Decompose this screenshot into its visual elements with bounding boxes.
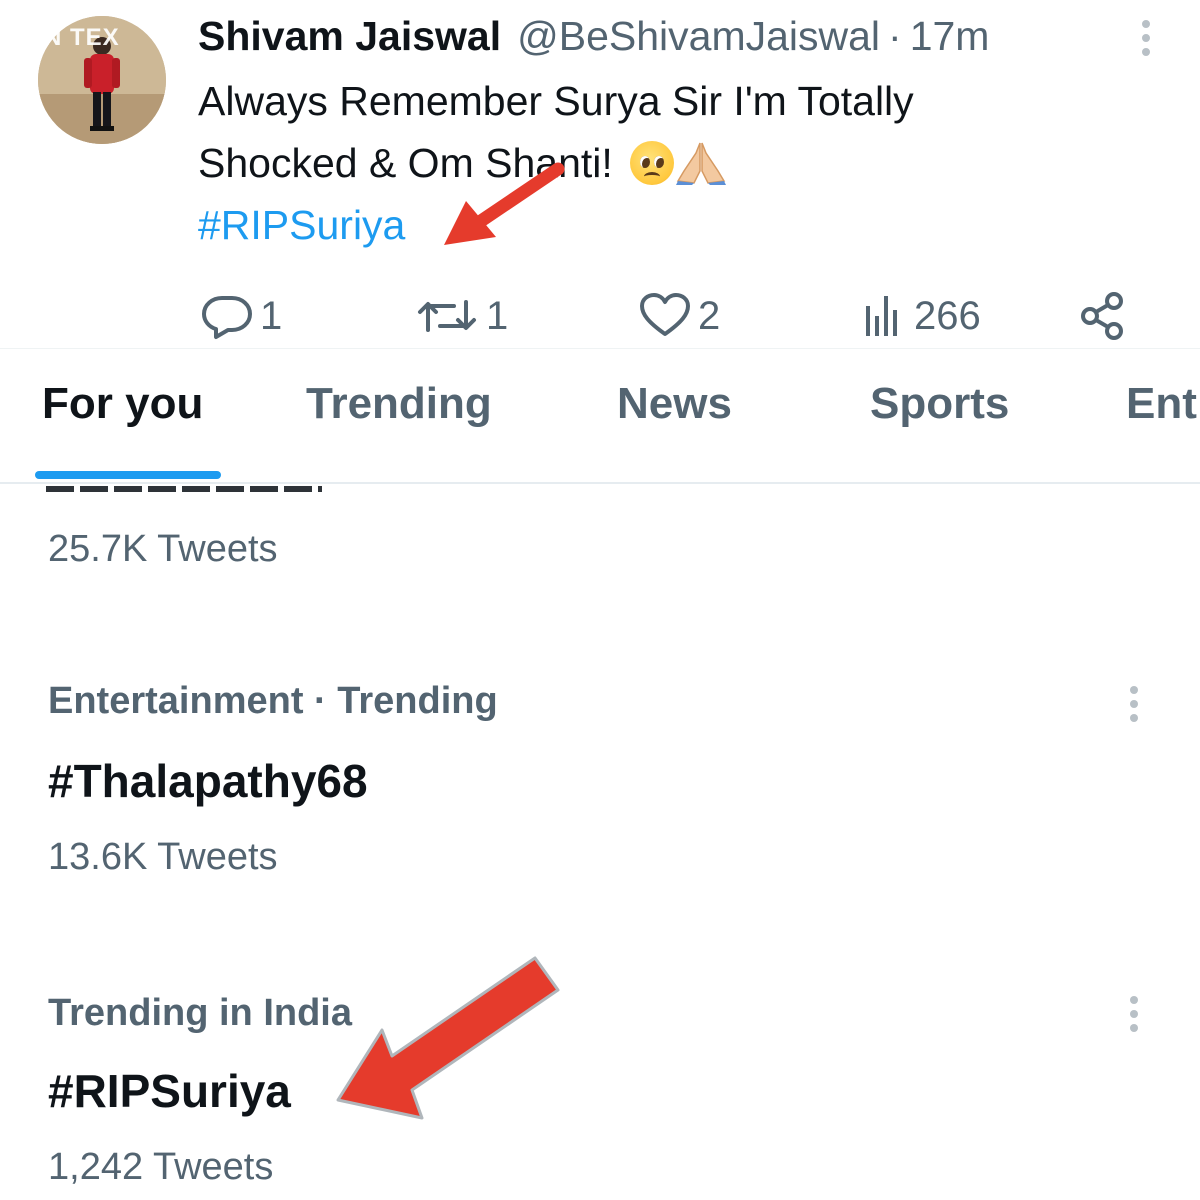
pleading-face-emoji-icon [630, 141, 675, 185]
tweet-hashtag-link[interactable]: #RIPSuriya [198, 194, 1138, 256]
author-name[interactable]: Shivam Jaiswal [198, 13, 501, 60]
retweet-icon [418, 300, 476, 332]
tweet-header: Shivam Jaiswal @BeShivamJaiswal · 17m [198, 12, 989, 60]
header-separator: · [888, 12, 902, 59]
folded-hands-emoji-icon [676, 142, 727, 185]
reply-count: 1 [260, 293, 283, 338]
more-vertical-icon[interactable] [1134, 14, 1158, 62]
retweet-button[interactable]: 1 [414, 286, 508, 346]
tweet-card[interactable]: N TEX Shivam Jaiswal @BeShivamJaiswal · … [0, 0, 1200, 348]
retweet-count: 1 [486, 293, 509, 338]
trend-item[interactable]: 25.7K Tweets [0, 520, 1200, 600]
trend-item[interactable]: Entertainment · Trending #Thalapathy68 1… [0, 670, 1200, 900]
watermark: N TEX [44, 24, 120, 51]
trend-item[interactable]: Trending in India #RIPSuriya 1,242 Tweet… [0, 980, 1200, 1200]
share-button[interactable] [1078, 286, 1128, 346]
trend-context: Entertainment · Trending [48, 680, 498, 722]
share-icon [1081, 292, 1123, 340]
like-button[interactable]: 2 [638, 286, 720, 346]
views-button[interactable]: 266 [860, 286, 981, 346]
views-icon [866, 296, 897, 336]
tweet-text: Always Remember Surya Sir I'm Totally Sh… [198, 70, 1138, 256]
tab-news[interactable]: News [617, 379, 732, 429]
tab-trending[interactable]: Trending [306, 379, 492, 429]
annotation-arrow [336, 956, 560, 1120]
trend-name: #RIPSuriya [48, 1065, 291, 1117]
active-tab-indicator [35, 471, 221, 479]
tab-sports[interactable]: Sports [870, 379, 1009, 429]
reply-icon [202, 296, 252, 339]
trend-tweet-count: 25.7K Tweets [48, 528, 278, 570]
reply-button[interactable]: 1 [200, 286, 282, 346]
more-vertical-icon[interactable] [1122, 990, 1146, 1038]
trend-context: Trending in India [48, 992, 352, 1034]
like-count: 2 [698, 293, 721, 338]
tweet-timestamp[interactable]: 17m [910, 13, 990, 60]
author-handle[interactable]: @BeShivamJaiswal [517, 13, 880, 60]
annotation-arrow [444, 162, 565, 245]
tweet-actions: 1 1 2 266 [0, 286, 1200, 346]
more-vertical-icon[interactable] [1122, 680, 1146, 728]
tab-for-you[interactable]: For you [42, 379, 203, 429]
trend-tweet-count: 13.6K Tweets [48, 836, 278, 878]
tab-entertainment[interactable]: Ent [1126, 379, 1197, 429]
explore-tabs: For you Trending News Sports Ent [0, 348, 1200, 484]
tweet-text-line-1: Always Remember Surya Sir I'm Totally [198, 78, 914, 124]
view-count: 266 [914, 293, 981, 338]
trend-name: #Thalapathy68 [48, 755, 368, 807]
tweet-text-line-2: Shocked & Om Shanti! [198, 132, 1138, 194]
trend-tweet-count: 1,242 Tweets [48, 1146, 274, 1188]
like-icon [640, 293, 690, 336]
clipped-trend-name [46, 486, 322, 496]
